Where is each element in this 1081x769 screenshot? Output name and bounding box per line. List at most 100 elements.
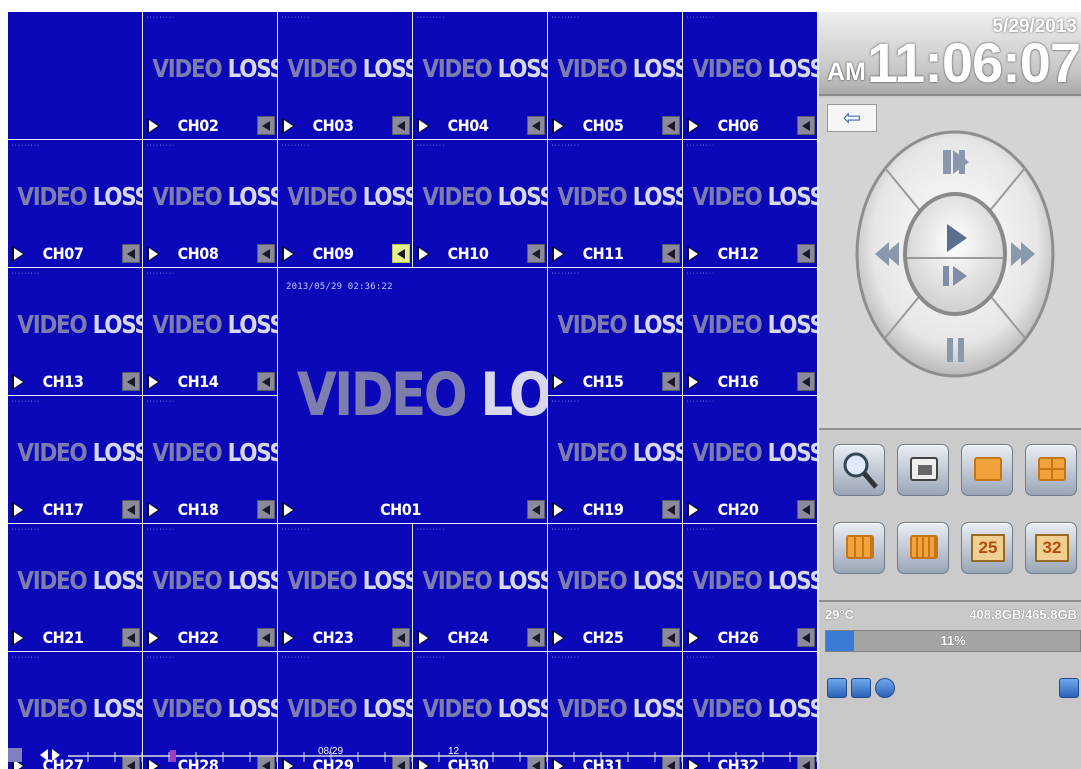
channel-tile[interactable]: ········· VIDEO LOSS CH10 <box>413 140 547 267</box>
channel-tile[interactable]: ········· VIDEO LOSS CH19 <box>548 396 682 523</box>
speaker-icon[interactable] <box>527 628 545 647</box>
channel-label: CH07 <box>42 244 84 263</box>
quad-screen-button[interactable] <box>1025 444 1077 496</box>
channel-tile[interactable]: ········· VIDEO LOSS CH16 <box>683 268 817 395</box>
speaker-icon[interactable] <box>392 628 410 647</box>
video-loss-text: VIDEO LOSS <box>557 310 682 339</box>
channel-tile[interactable]: ········· VIDEO LOSS CH17 <box>8 396 142 523</box>
channel-tile[interactable]: ········· VIDEO LOSS CH09 <box>278 140 412 267</box>
tile-timestamp: ········· <box>11 399 40 405</box>
speaker-icon[interactable] <box>662 116 680 135</box>
speaker-icon[interactable] <box>257 116 275 135</box>
speaker-icon[interactable] <box>527 116 545 135</box>
channel-tile[interactable]: ········· VIDEO LOSS CH26 <box>683 524 817 651</box>
layout-32-button[interactable]: 32 <box>1025 522 1077 574</box>
speaker-icon[interactable] <box>797 116 815 135</box>
speaker-icon[interactable] <box>257 244 275 263</box>
channel-tile[interactable]: ········· VIDEO LOSS CH14 <box>143 268 277 395</box>
timeline-cursor[interactable] <box>170 750 176 762</box>
tile-timestamp: ········· <box>551 15 580 21</box>
channel-tile[interactable]: ········· VIDEO LOSS CH06 <box>683 12 817 139</box>
speaker-icon[interactable] <box>392 116 410 135</box>
tile-timestamp: ········· <box>686 143 715 149</box>
speaker-icon[interactable] <box>527 500 545 519</box>
sixteen-screen-button[interactable] <box>897 522 949 574</box>
user-icon[interactable] <box>1059 678 1079 698</box>
speaker-icon[interactable] <box>797 372 815 391</box>
speaker-icon[interactable] <box>797 628 815 647</box>
speaker-icon[interactable] <box>662 628 680 647</box>
channel-tile[interactable]: ········· VIDEO LOSS CH22 <box>143 524 277 651</box>
layout-25-button[interactable]: 25 <box>961 522 1013 574</box>
speaker-icon[interactable] <box>257 500 275 519</box>
prev-icon[interactable] <box>40 749 48 761</box>
video-loss-word: LOSS <box>362 182 412 211</box>
video-loss-text: VIDEO LOSS <box>17 182 142 211</box>
speaker-icon[interactable] <box>392 244 410 263</box>
speaker-icon[interactable] <box>122 500 140 519</box>
tile-timestamp: ········· <box>146 655 175 661</box>
channel-tile-main[interactable]: 2013/05/29 02:36:22 VIDEO LOSS CH01 <box>278 268 547 523</box>
channel-tile[interactable]: ········· VIDEO LOSS CH18 <box>143 396 277 523</box>
channel-tile[interactable]: ········· VIDEO LOSS CH03 <box>278 12 412 139</box>
channel-label: CH01 <box>380 500 421 519</box>
speaker-icon[interactable] <box>122 372 140 391</box>
usb-icon[interactable] <box>851 678 871 698</box>
video-loss-word: VIDEO <box>287 182 357 211</box>
video-loss-word: LOSS <box>632 54 682 83</box>
network-icon[interactable] <box>827 678 847 698</box>
channel-tile[interactable]: ········· VIDEO LOSS CH25 <box>548 524 682 651</box>
nine-screen-button[interactable] <box>833 522 885 574</box>
tile-footer: CH19 <box>548 497 682 523</box>
single-screen-button[interactable] <box>961 444 1013 496</box>
video-loss-word: VIDEO <box>422 182 492 211</box>
video-loss-word: LOSS <box>92 438 142 467</box>
channel-tile[interactable]: ········· VIDEO LOSS CH02 <box>143 12 277 139</box>
channel-tile[interactable]: ········· VIDEO LOSS CH12 <box>683 140 817 267</box>
speaker-icon[interactable] <box>257 372 275 391</box>
tile-timestamp: ········· <box>416 15 445 21</box>
channel-tile[interactable]: ········· VIDEO LOSS CH20 <box>683 396 817 523</box>
channel-tile[interactable]: ········· VIDEO LOSS CH08 <box>143 140 277 267</box>
video-loss-word: VIDEO <box>422 54 492 83</box>
tile-timestamp: ········· <box>686 271 715 277</box>
speaker-icon[interactable] <box>257 628 275 647</box>
calendar-icon[interactable] <box>8 748 22 762</box>
speaker-icon[interactable] <box>662 372 680 391</box>
speaker-icon[interactable] <box>122 628 140 647</box>
tile-footer: CH04 <box>413 113 547 139</box>
channel-tile[interactable]: ········· VIDEO LOSS CH24 <box>413 524 547 651</box>
video-loss-word: LOSS <box>632 182 682 211</box>
channel-tile[interactable]: ········· VIDEO LOSS CH11 <box>548 140 682 267</box>
video-loss-word: LOSS <box>497 182 547 211</box>
video-loss-word: LOSS <box>362 566 412 595</box>
video-loss-word: LOSS <box>227 438 277 467</box>
speaker-icon[interactable] <box>662 244 680 263</box>
disc-icon[interactable] <box>875 678 895 698</box>
channel-tile[interactable]: ········· VIDEO LOSS CH15 <box>548 268 682 395</box>
next-icon[interactable] <box>52 749 60 761</box>
speaker-icon[interactable] <box>527 244 545 263</box>
tile-timestamp: ········· <box>686 399 715 405</box>
speaker-icon[interactable] <box>662 500 680 519</box>
video-loss-word: LOSS <box>227 182 277 211</box>
speaker-icon[interactable] <box>797 500 815 519</box>
speaker-icon[interactable] <box>122 244 140 263</box>
tile-timestamp: ········· <box>551 143 580 149</box>
channel-tile[interactable]: ········· VIDEO LOSS CH23 <box>278 524 412 651</box>
channel-tile[interactable]: ········· VIDEO LOSS CH05 <box>548 12 682 139</box>
tile-footer: CH17 <box>8 497 142 523</box>
channel-tile[interactable]: ········· VIDEO LOSS CH21 <box>8 524 142 651</box>
clock-display: 5/29/2013 AM 11:06:07 <box>819 12 1081 96</box>
video-loss-word: VIDEO <box>152 310 222 339</box>
channel-tile[interactable]: ········· VIDEO LOSS CH04 <box>413 12 547 139</box>
speaker-icon[interactable] <box>797 244 815 263</box>
channel-tile[interactable]: ········· VIDEO LOSS CH07 <box>8 140 142 267</box>
search-button[interactable] <box>833 444 885 496</box>
playback-timeline[interactable]: 08/29 12 <box>8 742 819 769</box>
nine-screen-icon <box>846 535 874 559</box>
pip-button[interactable] <box>897 444 949 496</box>
video-loss-text: VIDEO LOSS <box>692 310 817 339</box>
channel-tile[interactable]: ········· VIDEO LOSS CH13 <box>8 268 142 395</box>
video-loss-word: VIDEO <box>557 310 627 339</box>
